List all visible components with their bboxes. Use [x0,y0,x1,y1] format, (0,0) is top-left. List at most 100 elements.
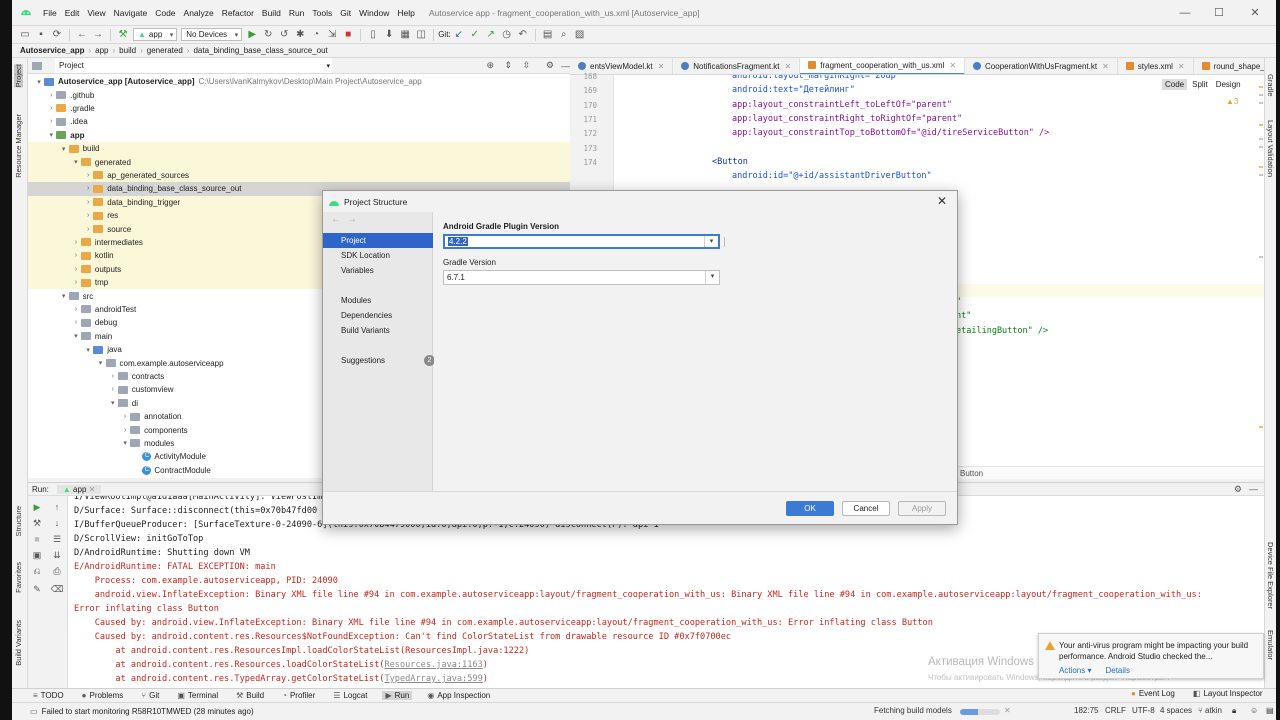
panel-settings-icon[interactable]: ⚙ [546,60,554,71]
tree-node[interactable]: › ap_generated_sources [28,168,570,183]
close-tab-icon[interactable]: ✕ [658,62,665,71]
dialog-nav-modules[interactable]: Modules [323,293,433,308]
menu-code[interactable]: Code [151,8,179,18]
run-settings-icon[interactable]: ⚙ [1234,484,1242,495]
git-history-icon[interactable]: ◷ [500,28,514,42]
tree-node[interactable]: ▾ generated [28,155,570,169]
run-icon[interactable]: ▶ [245,28,259,42]
attach-debugger-icon[interactable]: ⇲ [325,28,339,42]
tool-tab-build-variants[interactable]: Build Variants [14,620,23,666]
menu-build[interactable]: Build [258,8,285,18]
pin-icon[interactable]: ✎ [30,584,44,596]
expanded-arrow-icon[interactable]: ▾ [59,292,69,300]
bottom-tool-problems[interactable]: ● Problems [79,691,127,700]
sync-icon[interactable]: ⟳ [50,28,64,42]
background-task[interactable]: Fetching build models [874,706,952,715]
run-tab-app[interactable]: ▲ app ✕ [56,484,102,494]
chevron-down-icon[interactable]: ▾ [704,236,718,247]
menu-help[interactable]: Help [393,8,418,18]
tree-node[interactable]: ▾ Autoservice_app [Autoservice_app] C:\Use… [28,75,570,88]
code-breadcrumb-item[interactable]: Button [960,469,983,478]
editor-tab[interactable]: styles.xml ✕ [1118,58,1194,74]
expanded-arrow-icon[interactable]: ▾ [71,158,81,166]
bottom-tool-layout-inspector[interactable]: ◧ Layout Inspector [1190,689,1266,698]
locate-icon[interactable]: ⊕ [486,60,494,71]
maximize-button[interactable]: ☐ [1206,4,1232,22]
collapsed-arrow-icon[interactable]: › [120,413,130,420]
collapsed-arrow-icon[interactable]: › [71,306,81,313]
assistant-icon[interactable]: ▨ [573,28,587,42]
git-commit-icon[interactable]: ✓ [468,28,482,42]
rerun-icon[interactable]: ▶ [30,502,44,514]
memory-icon[interactable]: ▤ [1266,706,1274,715]
expanded-arrow-icon[interactable]: ▾ [120,439,130,447]
editor-tab[interactable]: round_shape_cooperatic✕ [1194,58,1264,74]
menu-window[interactable]: Window [355,8,393,18]
tool-tab-device-file-explorer[interactable]: Device File Explorer [1266,542,1275,609]
device-manager-icon[interactable]: ▯ [366,28,380,42]
tree-node[interactable]: › .github [28,88,570,101]
tool-tab-structure[interactable]: Structure [14,506,23,536]
chevron-down-icon[interactable]: ▾ [705,271,719,284]
warnings-indicator[interactable]: ▲3 [1226,97,1238,106]
run-config-select[interactable]: ▲ app [133,28,178,41]
stop-run-icon[interactable]: ■ [30,534,44,546]
nav-forward-icon[interactable]: → [347,214,357,225]
menu-refactor[interactable]: Refactor [218,8,258,18]
menu-tools[interactable]: Tools [308,8,336,18]
run-hide-icon[interactable]: — [1249,484,1258,494]
collapsed-arrow-icon[interactable]: › [46,105,56,112]
project-view-selector[interactable]: Project [55,58,332,73]
menu-edit[interactable]: Edit [61,8,84,18]
save-icon[interactable]: ▪ [34,28,48,42]
scroll-to-end-icon[interactable]: ⇊ [50,550,64,562]
layout-inspector-icon[interactable]: ◫ [414,28,428,42]
expanded-arrow-icon[interactable]: ▾ [108,399,118,407]
editor-tab[interactable]: NotificationsFragment.kt ✕ [673,58,801,74]
forward-icon[interactable]: → [91,28,105,42]
tool-tab-project[interactable]: Project [14,64,23,88]
dialog-nav-build-variants[interactable]: Build Variants [323,323,433,338]
scroll-down-icon[interactable]: ↓ [50,518,64,530]
make-project-icon[interactable]: ⚒ [116,28,130,42]
close-window-button[interactable]: ✕ [1242,4,1268,22]
tool-tab-emulator[interactable]: Emulator [1266,630,1275,660]
menu-analyze[interactable]: Analyze [180,8,218,18]
stacktrace-link[interactable]: Resources.java:1163 [384,660,482,670]
collapsed-arrow-icon[interactable]: › [46,118,56,125]
dialog-nav-variables[interactable]: Variables [323,263,433,278]
collapsed-arrow-icon[interactable]: › [108,373,118,380]
view-mode-design[interactable]: Design [1213,79,1244,90]
agp-version-combo[interactable]: 4.2.2 ▾ [443,234,720,249]
scroll-up-icon[interactable]: ↑ [50,502,64,514]
collapsed-arrow-icon[interactable]: › [83,199,93,206]
print-icon[interactable]: ⎙ [50,566,64,578]
menu-file[interactable]: File [39,8,61,18]
expanded-arrow-icon[interactable]: ▾ [83,346,93,354]
file-encoding[interactable]: UTF-8 [1132,706,1155,715]
collapsed-arrow-icon[interactable]: › [120,427,130,434]
dialog-close-button[interactable]: ✕ [937,194,947,208]
collapsed-arrow-icon[interactable]: › [71,279,81,286]
notification-actions-link[interactable]: Actions ▾ [1059,666,1091,675]
bottom-tool-build[interactable]: ⚒ Build [233,691,267,700]
collapsed-arrow-icon[interactable]: › [108,386,118,393]
expanded-arrow-icon[interactable]: ▾ [34,78,44,86]
collapsed-arrow-icon[interactable]: › [83,226,93,233]
bottom-tool-git[interactable]: ⑂ Git [138,691,162,700]
bottom-tool-event-log[interactable]: ● Event Log [1128,689,1178,698]
vcs-branch[interactable]: ⑂ atkin [1198,706,1222,715]
apply-button[interactable]: Apply [898,501,946,516]
expanded-arrow-icon[interactable]: ▾ [59,145,69,153]
menu-run[interactable]: Run [285,8,309,18]
line-separator[interactable]: CRLF [1105,706,1126,715]
view-mode-code[interactable]: Code [1162,78,1188,90]
close-tab-icon[interactable]: ✕ [949,61,956,70]
apply-changes-icon[interactable]: ↻ [261,28,275,42]
breadcrumb-item[interactable]: generated [145,46,185,55]
soft-wrap-icon[interactable]: ☰ [50,534,64,546]
tree-node[interactable]: › .idea [28,115,570,128]
git-rollback-icon[interactable]: ↶ [516,28,530,42]
dialog-nav-dependencies[interactable]: Dependencies [323,308,433,323]
ok-button[interactable]: OK [786,501,834,516]
